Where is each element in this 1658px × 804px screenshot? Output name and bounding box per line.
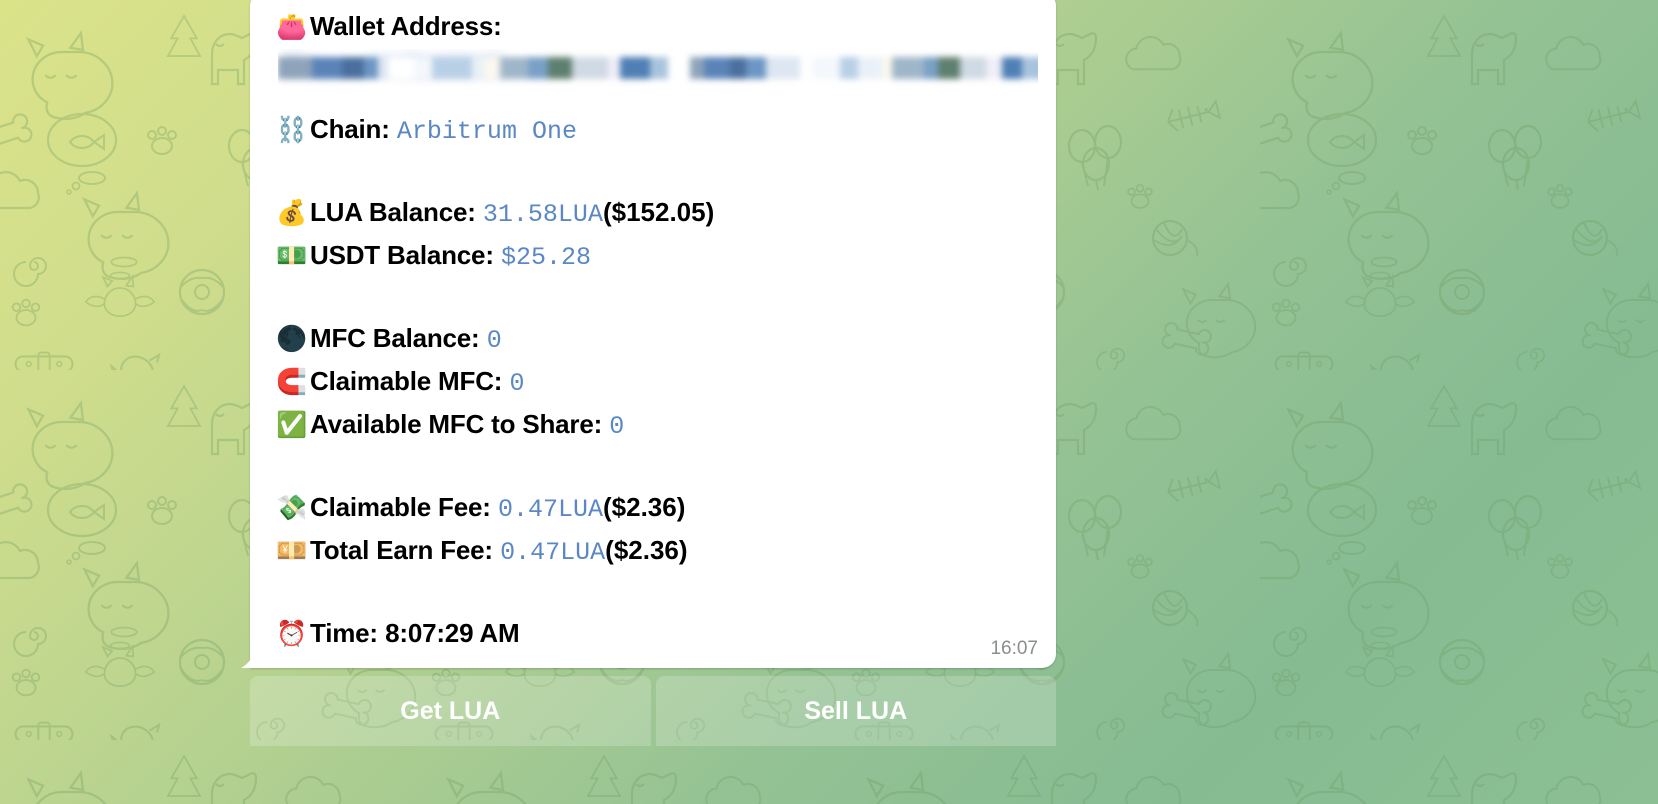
get-lua-button[interactable]: Get LUA [250,676,651,746]
lua-balance-usd: ($152.05) [603,192,714,232]
wallet-address-label: Wallet Address: [310,6,502,46]
spacer [276,278,1038,318]
spacer [276,87,1038,109]
chat-area: 👛 Wallet Address: 0x...redacted... ⛓️ Ch… [0,0,1658,804]
claimable-fee-value: 0.47LUA [498,490,603,530]
time-row: ⏰ Time: 8:07:29 AM [276,613,1038,654]
spacer [276,447,1038,487]
chain-value: Arbitrum One [397,112,577,152]
time-value: 8:07:29 AM [385,613,519,653]
claimable-mfc-row: 🧲 Claimable MFC: 0 [276,361,1038,404]
spacer [276,573,1038,613]
usdt-balance-label: USDT Balance: [310,235,494,275]
check-mark-icon: ✅ [276,405,310,445]
dollar-banknote-icon: 💵 [276,236,310,276]
total-earn-fee-row: 💴 Total Earn Fee: 0.47LUA ($2.36) [276,530,1038,573]
lua-balance-row: 💰 LUA Balance: 31.58LUA ($152.05) [276,192,1038,235]
lua-balance-label: LUA Balance: [310,192,476,232]
usdt-balance-value: $25.28 [501,238,591,278]
chain-row: ⛓️ Chain: Arbitrum One [276,109,1038,152]
money-bag-icon: 💰 [276,193,310,233]
total-earn-fee-value: 0.47LUA [500,533,605,573]
wallet-address-value-redacted[interactable]: 0x...redacted... [278,49,1038,87]
magnet-icon: 🧲 [276,362,310,402]
get-lua-button-label: Get LUA [400,697,500,726]
redaction-blocks [278,57,1038,79]
claimable-mfc-value: 0 [509,364,524,404]
sell-lua-button-label: Sell LUA [804,697,907,726]
spacer [276,152,1038,192]
sell-lua-button[interactable]: Sell LUA [656,676,1057,746]
claimable-fee-row: 💸 Claimable Fee: 0.47LUA ($2.36) [276,487,1038,530]
new-moon-icon: 🌑 [276,319,310,359]
available-mfc-value: 0 [609,407,624,447]
claimable-fee-usd: ($2.36) [603,487,685,527]
claimable-mfc-label: Claimable MFC: [310,361,502,401]
alarm-clock-icon: ⏰ [276,614,310,654]
mfc-balance-label: MFC Balance: [310,318,480,358]
usdt-balance-row: 💵 USDT Balance: $25.28 [276,235,1038,278]
message-timestamp: 16:07 [990,638,1038,660]
mfc-balance-row: 🌑 MFC Balance: 0 [276,318,1038,361]
mfc-balance-value: 0 [487,321,502,361]
claimable-fee-label: Claimable Fee: [310,487,491,527]
time-label: Time: [310,613,378,653]
total-earn-fee-usd: ($2.36) [605,530,687,570]
available-mfc-label: Available MFC to Share: [310,404,602,444]
lua-balance-value: 31.58LUA [483,195,603,235]
money-with-wings-icon: 💸 [276,488,310,528]
available-mfc-row: ✅ Available MFC to Share: 0 [276,404,1038,447]
purse-icon: 👛 [276,7,310,47]
message-bubble[interactable]: 👛 Wallet Address: 0x...redacted... ⛓️ Ch… [250,0,1056,668]
chain-label: Chain: [310,109,390,149]
wallet-address-row: 👛 Wallet Address: [276,6,1038,47]
total-earn-fee-label: Total Earn Fee: [310,530,493,570]
inline-keyboard: Get LUA Sell LUA [250,676,1056,746]
chain-links-icon: ⛓️ [276,110,310,150]
yen-banknote-icon: 💴 [276,531,310,571]
